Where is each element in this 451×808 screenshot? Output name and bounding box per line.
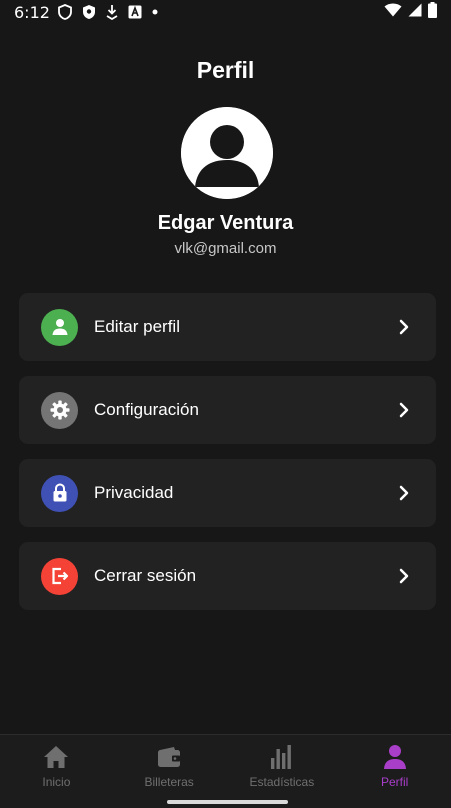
wifi-icon (384, 3, 402, 22)
user-email: vlk@gmail.com (174, 240, 277, 257)
status-bar: 6:12 (0, 0, 451, 24)
privacy-button[interactable]: Privacidad (19, 459, 436, 527)
nav-label: Billeteras (144, 775, 194, 789)
battery-icon (428, 1, 437, 23)
status-notification-icons (58, 4, 158, 20)
home-gesture-bar[interactable] (167, 800, 288, 804)
shield-filled-icon (82, 4, 96, 20)
signal-icon (408, 3, 422, 22)
wallet-icon (155, 743, 183, 771)
shield-icon (58, 4, 72, 20)
menu-item-label: Editar perfil (94, 317, 180, 336)
settings-button[interactable]: Configuración (19, 376, 436, 444)
logout-icon (41, 557, 78, 595)
nav-item-estadisticas[interactable]: Estadísticas (226, 735, 339, 808)
nav-item-billeteras[interactable]: Billeteras (113, 735, 226, 808)
gear-icon (41, 391, 78, 429)
status-system-icons (384, 1, 437, 23)
dot-icon (152, 9, 158, 15)
user-avatar-icon (181, 107, 273, 199)
user-name: Edgar Ventura (157, 212, 294, 234)
chevron-right-icon (394, 400, 414, 420)
menu-item-label: Cerrar sesión (94, 566, 197, 585)
a-box-icon (128, 5, 142, 19)
nav-label: Perfil (380, 775, 409, 789)
nav-item-perfil[interactable]: Perfil (338, 735, 451, 808)
menu-item-label: Configuración (94, 400, 199, 419)
nav-label: Inicio (42, 775, 71, 789)
chevron-right-icon (394, 483, 414, 503)
bar-chart-icon (268, 743, 296, 771)
menu-item-label: Privacidad (94, 483, 174, 502)
bottom-navigation: Inicio Billeteras Estadísticas Perfil (0, 734, 451, 808)
user-icon (41, 308, 78, 346)
lock-icon (41, 474, 78, 512)
nav-item-inicio[interactable]: Inicio (0, 735, 113, 808)
nav-label: Estadísticas (249, 775, 315, 789)
edit-profile-button[interactable]: Editar perfil (19, 293, 436, 361)
logout-button[interactable]: Cerrar sesión (19, 542, 436, 610)
home-icon (42, 743, 70, 771)
status-time: 6:12 (14, 2, 50, 22)
page-title: Perfil (196, 57, 255, 83)
chevron-right-icon (394, 566, 414, 586)
download-icon (106, 4, 118, 20)
chevron-right-icon (394, 317, 414, 337)
profile-menu: Editar perfil Configuración Privacidad C… (19, 293, 436, 625)
person-icon (381, 743, 409, 771)
